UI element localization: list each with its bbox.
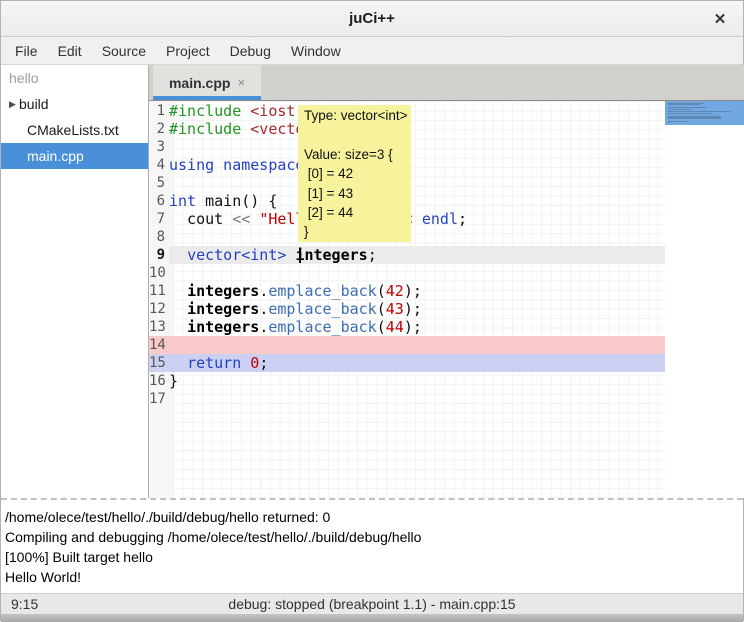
code-line-10[interactable]: 10	[149, 264, 665, 282]
code-line-13[interactable]: 13 integers.emplace_back(44);	[149, 318, 665, 336]
code-text: integers.emplace_back(43);	[169, 300, 665, 318]
line-number[interactable]: 15	[149, 354, 169, 372]
close-icon[interactable]: ✕	[709, 9, 731, 31]
app-window: juCi++ ✕ FileEditSourceProjectDebugWindo…	[0, 0, 744, 621]
sidebar-item-main-cpp[interactable]: main.cpp	[1, 143, 148, 169]
code-text	[169, 138, 665, 156]
code-line-12[interactable]: 12 integers.emplace_back(43);	[149, 300, 665, 318]
code-lines: 1#include <iostream>2#include <vector>34…	[149, 102, 744, 408]
title-bar[interactable]: juCi++ ✕	[1, 1, 743, 37]
line-number[interactable]: 1	[149, 102, 169, 120]
line-number[interactable]: 2	[149, 120, 169, 138]
code-text	[169, 264, 665, 282]
tree-item-label: CMakeLists.txt	[27, 117, 119, 143]
code-text	[169, 336, 665, 354]
code-text: return 0;	[169, 354, 665, 372]
code-text: #include <vector>	[169, 120, 665, 138]
minimap-code-line	[668, 111, 731, 112]
sidebar-item-cmakelists-txt[interactable]: CMakeLists.txt	[1, 117, 148, 143]
tree-item-label: build	[19, 91, 49, 117]
line-number[interactable]: 6	[149, 192, 169, 210]
line-number[interactable]: 17	[149, 390, 169, 408]
tooltip-line: Type: vector<int>	[304, 106, 411, 125]
code-text	[169, 390, 665, 408]
window-title: juCi++	[349, 10, 395, 27]
menu-item-source[interactable]: Source	[92, 39, 156, 63]
tab-label: main.cpp	[169, 75, 230, 91]
code-text: integers.emplace_back(44);	[169, 318, 665, 336]
line-number[interactable]: 7	[149, 210, 169, 228]
code-line-9[interactable]: 9 vector<int> integers;	[149, 246, 665, 264]
minimap-viewport[interactable]	[665, 101, 744, 125]
minimap-code-line	[668, 113, 712, 114]
code-text: int main() {	[169, 192, 665, 210]
menu-item-project[interactable]: Project	[156, 39, 220, 63]
code-line-17[interactable]: 17	[149, 390, 665, 408]
line-number[interactable]: 5	[149, 174, 169, 192]
sidebar-item-build[interactable]: ▶build	[1, 91, 148, 117]
tab-bar: main.cpp ×	[149, 65, 744, 101]
output-line: Hello World!	[5, 567, 739, 587]
code-line-15[interactable]: 15 return 0;	[149, 354, 665, 372]
code-editor[interactable]: 1#include <iostream>2#include <vector>34…	[149, 101, 744, 498]
code-text: }	[169, 372, 665, 390]
active-tab-indicator	[153, 96, 261, 100]
code-text	[169, 174, 665, 192]
minimap-code-line	[668, 122, 670, 123]
code-text: #include <iostream>	[169, 102, 665, 120]
output-line: Compiling and debugging /home/olece/test…	[5, 527, 739, 547]
tooltip-line: [1] = 43	[304, 184, 411, 203]
file-tree-panel: hello ▶buildCMakeLists.txtmain.cpp	[1, 65, 148, 498]
minimap[interactable]	[665, 101, 744, 498]
tooltip-line	[304, 125, 411, 144]
line-number[interactable]: 3	[149, 138, 169, 156]
menu-item-edit[interactable]: Edit	[48, 39, 92, 63]
status-bar: 9:15 debug: stopped (breakpoint 1.1) - m…	[1, 593, 743, 614]
code-text: using namespace std;	[169, 156, 665, 174]
tooltip-line: Value: size=3 {	[304, 145, 411, 164]
menu-bar: FileEditSourceProjectDebugWindow	[1, 37, 743, 65]
tooltip-line: [2] = 44	[304, 203, 411, 222]
line-number[interactable]: 12	[149, 300, 169, 318]
line-number[interactable]: 4	[149, 156, 169, 174]
expander-icon[interactable]: ▶	[1, 91, 19, 117]
code-text: integers.emplace_back(42);	[169, 282, 665, 300]
minimap-code-line	[668, 121, 689, 122]
menu-item-file[interactable]: File	[5, 39, 48, 63]
file-tree: ▶buildCMakeLists.txtmain.cpp	[1, 91, 148, 169]
status-debug-message: debug: stopped (breakpoint 1.1) - main.c…	[1, 594, 743, 614]
output-line: /home/olece/test/hello/./build/debug/hel…	[5, 507, 739, 527]
minimap-code-line	[668, 104, 700, 105]
text-cursor	[299, 248, 301, 263]
tooltip-line: }	[304, 222, 411, 241]
code-line-11[interactable]: 11 integers.emplace_back(42);	[149, 282, 665, 300]
output-line: [100%] Built target hello	[5, 547, 739, 567]
line-number[interactable]: 11	[149, 282, 169, 300]
code-line-14[interactable]: 14	[149, 336, 665, 354]
output-panel: /home/olece/test/hello/./build/debug/hel…	[1, 498, 743, 593]
line-number[interactable]: 14	[149, 336, 169, 354]
code-text: vector<int> integers;	[169, 246, 665, 264]
line-number[interactable]: 16	[149, 372, 169, 390]
menu-item-debug[interactable]: Debug	[220, 39, 281, 63]
line-number[interactable]: 10	[149, 264, 169, 282]
debug-value-tooltip: Type: vector<int> Value: size=3 { [0] = …	[298, 105, 411, 242]
code-text	[169, 228, 665, 246]
menu-item-window[interactable]: Window	[281, 39, 351, 63]
tree-item-label: main.cpp	[27, 143, 84, 169]
minimap-code-line	[668, 118, 721, 119]
line-number[interactable]: 13	[149, 318, 169, 336]
minimap-code-line	[668, 107, 706, 108]
tab-close-icon[interactable]: ×	[237, 75, 245, 90]
line-number[interactable]: 8	[149, 228, 169, 246]
tab-main-cpp[interactable]: main.cpp ×	[153, 65, 261, 100]
tooltip-line: [0] = 42	[304, 164, 411, 183]
line-number[interactable]: 9	[149, 246, 169, 264]
code-line-16[interactable]: 16}	[149, 372, 665, 390]
code-text: cout << "Hello World!" << endl;	[169, 210, 665, 228]
project-name-label: hello	[1, 65, 148, 91]
